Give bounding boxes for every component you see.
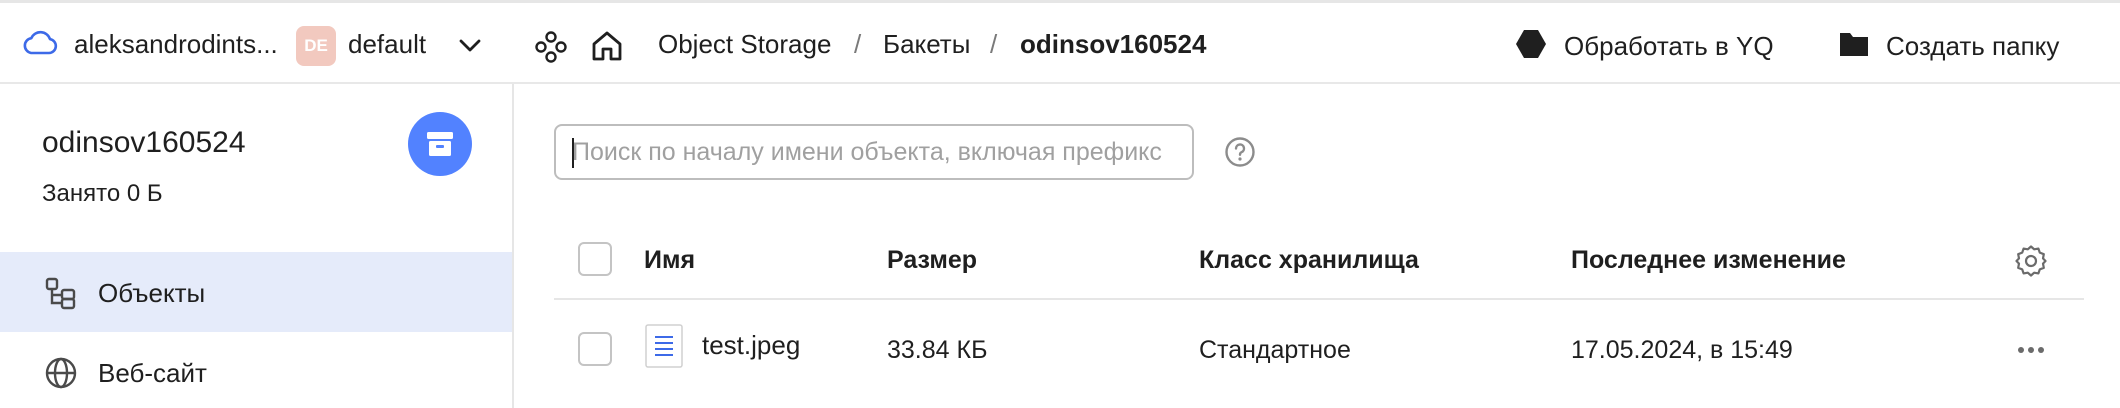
folder-icon — [1838, 29, 1870, 64]
process-in-yq-label: Обработать в YQ — [1564, 30, 1774, 61]
text-cursor — [572, 138, 574, 168]
create-folder-label: Создать папку — [1886, 30, 2060, 61]
row-checkbox[interactable] — [578, 332, 612, 366]
objects-tree-icon — [44, 276, 78, 310]
column-header-size[interactable]: Размер — [887, 246, 977, 275]
process-in-yq-button[interactable]: Обработать в YQ — [1514, 23, 1774, 69]
column-header-storage-class[interactable]: Класс хранилища — [1199, 246, 1419, 275]
bucket-icon — [408, 112, 472, 176]
folder-name[interactable]: default — [348, 29, 426, 60]
cloud-account-name[interactable]: aleksandrodints... — [74, 29, 278, 60]
breadcrumb-separator: / — [990, 29, 998, 59]
breadcrumb-separator: / — [854, 29, 862, 59]
breadcrumb-object-storage[interactable]: Object Storage — [658, 29, 831, 60]
bucket-title: odinsov160524 — [42, 126, 246, 159]
sidebar: odinsov160524 Занято 0 Б Объекты Веб-сай… — [0, 84, 514, 408]
sidebar-item-label: Объекты — [98, 278, 206, 308]
file-icon — [645, 324, 683, 368]
globe-icon — [44, 356, 78, 390]
top-bar: aleksandrodints... DE default Object Sto… — [0, 0, 2120, 84]
services-icon[interactable] — [533, 29, 569, 65]
yq-icon — [1514, 27, 1548, 66]
select-all-checkbox[interactable] — [578, 242, 612, 276]
column-header-name[interactable]: Имя — [644, 246, 695, 275]
sidebar-item-objects[interactable]: Объекты — [0, 252, 512, 332]
file-storage-class: Стандартное — [1199, 336, 1351, 364]
table-header-divider — [554, 298, 2084, 300]
column-header-modified[interactable]: Последнее изменение — [1571, 246, 1846, 275]
breadcrumb-current-bucket: odinsov160524 — [1020, 29, 1207, 59]
file-name-link[interactable]: test.jpeg — [702, 330, 800, 361]
help-icon[interactable] — [1224, 136, 1256, 168]
create-folder-button[interactable]: Создать папку — [1838, 23, 2059, 69]
more-actions-icon[interactable] — [2014, 340, 2048, 360]
breadcrumb-buckets[interactable]: Бакеты — [883, 29, 970, 60]
cloud-icon[interactable] — [22, 29, 58, 57]
folder-badge[interactable]: DE — [296, 26, 336, 66]
chevron-down-icon[interactable] — [456, 33, 484, 57]
file-modified: 17.05.2024, в 15:49 — [1571, 336, 1793, 364]
sidebar-item-label: Веб-сайт — [98, 358, 207, 388]
gear-icon[interactable] — [2014, 244, 2048, 278]
search-input[interactable] — [554, 124, 1194, 180]
home-icon[interactable] — [590, 29, 624, 63]
bucket-usage: Занято 0 Б — [42, 180, 163, 207]
file-size: 33.84 КБ — [887, 336, 988, 364]
sidebar-item-website[interactable]: Веб-сайт — [0, 332, 512, 408]
